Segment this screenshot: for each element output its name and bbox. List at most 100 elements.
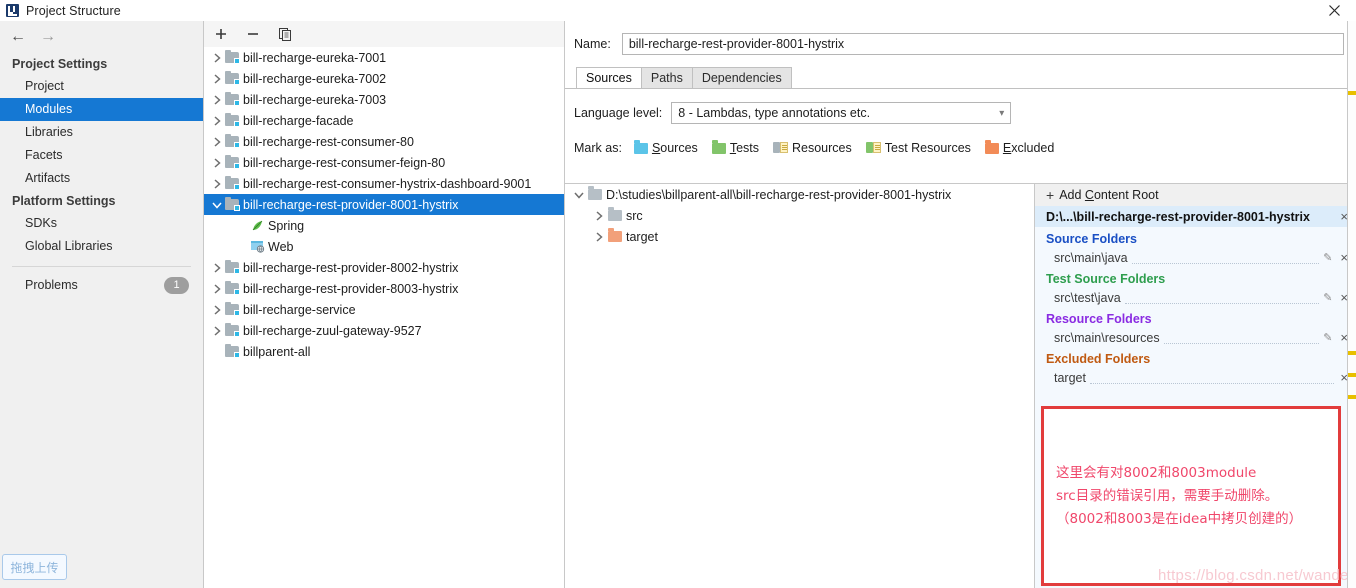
tab-sources[interactable]: Sources — [576, 67, 642, 88]
folder-group: Resource Folders src\main\resources ✎ × — [1035, 307, 1356, 347]
content-tree-row[interactable]: src — [565, 205, 1034, 226]
sidebar-item-modules[interactable]: Modules — [0, 98, 203, 121]
mark-as-test-resources-button[interactable]: Test Resources — [865, 141, 971, 155]
drag-upload-chip[interactable]: 拖拽上传 — [2, 554, 67, 580]
sidebar-item-project[interactable]: Project — [0, 75, 203, 98]
module-tree-row[interactable]: bill-recharge-rest-consumer-hystrix-dash… — [204, 173, 564, 194]
folder-item[interactable]: src\main\java ✎ × — [1046, 248, 1356, 267]
edit-pencil-icon[interactable]: ✎ — [1323, 331, 1332, 344]
folder-item[interactable]: target × — [1046, 368, 1356, 387]
window-title: Project Structure — [26, 3, 121, 18]
module-tree-row[interactable]: bill-recharge-facade — [204, 110, 564, 131]
mark-as-sources-button[interactable]: Sources — [633, 139, 698, 155]
resources-folder-icon — [773, 142, 788, 154]
settings-sidebar: ← → Project Settings Project Modules Lib… — [0, 21, 204, 588]
module-detail-panel: Name: Sources Paths Dependencies Languag… — [565, 21, 1356, 588]
module-tree-row[interactable]: bill-recharge-eureka-7003 — [204, 89, 564, 110]
module-tree-row[interactable]: bill-recharge-eureka-7002 — [204, 68, 564, 89]
mark-as-tests-button[interactable]: Tests — [711, 139, 759, 155]
module-tree-row[interactable]: Web — [204, 236, 564, 257]
problems-count-badge: 1 — [164, 277, 189, 294]
chevron-right-icon[interactable] — [209, 178, 225, 190]
folder-groups: Source Folders src\main\java ✎ × Test Source… — [1035, 227, 1356, 387]
chevron-right-icon[interactable] — [209, 73, 225, 85]
back-arrow-icon[interactable]: ← — [10, 29, 26, 45]
chevron-right-icon[interactable] — [209, 283, 225, 295]
language-level-value: 8 - Lambdas, type annotations etc. — [678, 106, 871, 120]
module-tree-row[interactable]: bill-recharge-eureka-7001 — [204, 47, 564, 68]
content-root-path-row: D:\...\bill-recharge-rest-provider-8001-… — [1035, 206, 1356, 227]
chevron-right-icon[interactable] — [209, 325, 225, 337]
right-edge-scroll-strip[interactable] — [1347, 21, 1356, 588]
excluded-folder-icon — [608, 228, 622, 242]
tab-dependencies[interactable]: Dependencies — [691, 67, 792, 88]
folder-underline — [1089, 371, 1335, 384]
chevron-down-icon: ▾ — [999, 107, 1005, 119]
module-name-input[interactable] — [621, 33, 1344, 55]
copy-module-button[interactable] — [277, 26, 293, 42]
modules-tree[interactable]: bill-recharge-eureka-7001 bill-recharge-e… — [204, 47, 564, 588]
mark-as-label: Mark as: — [574, 141, 622, 155]
content-tree-label: target — [626, 229, 658, 244]
content-tree-row[interactable]: target — [565, 226, 1034, 247]
edit-pencil-icon[interactable]: ✎ — [1323, 291, 1332, 304]
project-structure-dialog: Project Structure ← → Project Settings P… — [0, 0, 1356, 588]
chevron-right-icon[interactable] — [590, 231, 608, 243]
sidebar-item-problems[interactable]: Problems 1 — [0, 273, 203, 298]
chevron-right-icon[interactable] — [590, 210, 608, 222]
chevron-right-icon[interactable] — [209, 52, 225, 64]
module-tree-row[interactable]: bill-recharge-zuul-gateway-9527 — [204, 320, 564, 341]
content-root-tree[interactable]: D:\studies\billparent-all\bill-recharge-… — [565, 183, 1035, 588]
edit-pencil-icon[interactable]: ✎ — [1323, 251, 1332, 264]
module-tree-label: billparent-all — [243, 344, 311, 359]
add-content-root-button[interactable]: + Add Content Root — [1035, 184, 1356, 206]
chevron-right-icon[interactable] — [209, 136, 225, 148]
language-level-label: Language level: — [574, 106, 663, 120]
chevron-down-icon[interactable] — [570, 189, 588, 201]
scroll-marker — [1348, 373, 1356, 377]
chevron-right-icon[interactable] — [209, 115, 225, 127]
chevron-right-icon[interactable] — [209, 304, 225, 316]
sidebar-item-libraries[interactable]: Libraries — [0, 121, 203, 144]
folder-item[interactable]: src\main\resources ✎ × — [1046, 328, 1356, 347]
spring-leaf-icon — [250, 219, 265, 232]
module-tree-row[interactable]: bill-recharge-rest-provider-8002-hystrix — [204, 257, 564, 278]
module-tree-row[interactable]: bill-recharge-rest-provider-8003-hystrix — [204, 278, 564, 299]
module-tree-row[interactable]: Spring — [204, 215, 564, 236]
sidebar-divider — [12, 266, 191, 267]
folder-path: src\main\resources — [1054, 330, 1160, 345]
module-tree-label: bill-recharge-rest-provider-8003-hystrix — [243, 281, 459, 296]
chevron-right-icon[interactable] — [209, 94, 225, 106]
module-icon — [225, 302, 240, 316]
content-root-path: D:\...\bill-recharge-rest-provider-8001-… — [1046, 209, 1310, 224]
chevron-right-icon[interactable] — [209, 157, 225, 169]
modules-panel: bill-recharge-eureka-7001 bill-recharge-e… — [204, 21, 565, 588]
sidebar-item-global-libraries[interactable]: Global Libraries — [0, 235, 203, 258]
chevron-right-icon[interactable] — [209, 262, 225, 274]
sidebar-item-artifacts[interactable]: Artifacts — [0, 167, 203, 190]
mark-as-row: Mark as: Sources Tests Resources Test Re… — [565, 137, 1356, 159]
module-icon — [225, 344, 240, 358]
module-tree-row[interactable]: bill-recharge-rest-consumer-feign-80 — [204, 152, 564, 173]
sidebar-item-facets[interactable]: Facets — [0, 144, 203, 167]
forward-arrow-icon[interactable]: → — [40, 29, 56, 45]
language-level-select[interactable]: 8 - Lambdas, type annotations etc. ▾ — [671, 102, 1012, 124]
folder-group: Source Folders src\main\java ✎ × — [1035, 227, 1356, 267]
module-tree-row[interactable]: bill-recharge-service — [204, 299, 564, 320]
content-tree-row[interactable]: D:\studies\billparent-all\bill-recharge-… — [565, 184, 1034, 205]
module-tree-row[interactable]: bill-recharge-rest-provider-8001-hystrix — [204, 194, 564, 215]
tab-paths[interactable]: Paths — [640, 67, 693, 88]
mark-as-excluded-button[interactable]: Excluded — [984, 139, 1054, 155]
chevron-down-icon[interactable] — [209, 199, 225, 211]
sidebar-item-sdks[interactable]: SDKs — [0, 212, 203, 235]
mark-as-resources-button[interactable]: Resources — [773, 141, 852, 155]
add-module-button[interactable] — [213, 26, 229, 42]
close-window-button[interactable] — [1312, 0, 1356, 21]
module-tree-row[interactable]: bill-recharge-rest-consumer-80 — [204, 131, 564, 152]
mark-as-resources-label: Resources — [792, 141, 852, 155]
folder-item[interactable]: src\test\java ✎ × — [1046, 288, 1356, 307]
module-tree-label: bill-recharge-zuul-gateway-9527 — [243, 323, 422, 338]
remove-module-button[interactable] — [245, 26, 261, 42]
close-icon — [1328, 5, 1340, 16]
module-tree-row[interactable]: billparent-all — [204, 341, 564, 362]
